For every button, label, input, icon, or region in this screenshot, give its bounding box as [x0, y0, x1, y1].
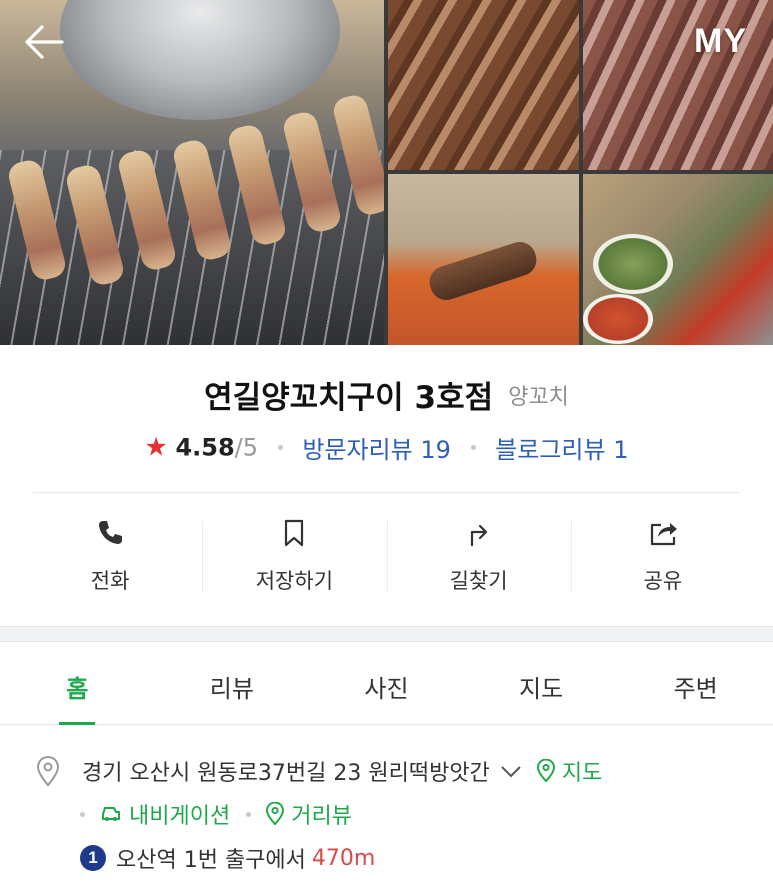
tab-photos[interactable]: 사진 [309, 643, 464, 724]
call-label: 전화 [90, 569, 130, 593]
save-button[interactable]: 저장하기 [202, 505, 386, 610]
tab-bar: 홈 리뷰 사진 지도 주변 [0, 643, 773, 725]
bookmark-icon [285, 519, 304, 547]
share-icon [650, 523, 677, 546]
subway-line-badge: 1 [80, 845, 106, 871]
navigation-row: 내비게이션 거리뷰 [80, 798, 352, 830]
photo-thumb-4[interactable] [583, 174, 773, 345]
separator-dot [80, 811, 85, 817]
map-pin-icon [536, 759, 555, 783]
star-icon: ★ [144, 432, 168, 463]
divider [33, 492, 740, 493]
blog-reviews-link[interactable]: 블로그리뷰 1 [495, 436, 628, 464]
side-dish [593, 234, 673, 294]
rating-max: /5 [234, 433, 259, 462]
my-button[interactable]: MY [694, 22, 747, 61]
directions-icon [470, 524, 487, 547]
grill-pot [60, 0, 340, 120]
action-bar: 전화 저장하기 길찾기 공유 [18, 505, 755, 610]
address-text: 경기 오산시 원동로37번길 23 원리떡방앗간 [82, 761, 490, 786]
map-link[interactable]: 지도 [536, 755, 602, 787]
rating-value: 4.58 [175, 433, 235, 462]
separator-dot [246, 811, 252, 817]
street-view-pin-icon [266, 802, 285, 826]
street-view-label: 거리뷰 [291, 804, 352, 829]
photo-thumb-1[interactable] [388, 0, 579, 170]
directions-label: 길찾기 [449, 569, 508, 593]
tab-nearby[interactable]: 주변 [618, 643, 773, 724]
rating-row: ★ 4.58/5 방문자리뷰 19 블로그리뷰 1 [0, 430, 773, 465]
call-button[interactable]: 전화 [18, 505, 202, 610]
photo-gallery[interactable]: MY [0, 0, 773, 345]
meat-skewer [425, 237, 541, 305]
separator-dot [277, 445, 283, 450]
place-title-row: 연길양꼬치구이 3호점 양꼬치 [0, 372, 773, 417]
car-icon [102, 807, 120, 821]
chevron-down-icon[interactable] [500, 763, 522, 779]
side-dish [583, 294, 653, 344]
directions-button[interactable]: 길찾기 [386, 505, 571, 610]
street-view-link[interactable]: 거리뷰 [265, 798, 352, 830]
navigation-link[interactable]: 내비게이션 [99, 798, 230, 830]
phone-icon [99, 521, 123, 544]
tab-home[interactable]: 홈 [0, 643, 155, 724]
place-name: 연길양꼬치구이 3호점 [204, 380, 494, 416]
subway-row: 1 오산역 1번 출구에서 470m [80, 842, 375, 874]
tab-reviews[interactable]: 리뷰 [155, 643, 310, 724]
share-label: 공유 [643, 569, 683, 593]
location-pin-icon [36, 756, 60, 787]
back-arrow-icon[interactable] [22, 20, 66, 64]
address-row: 경기 오산시 원동로37번길 23 원리떡방앗간 지도 [34, 755, 602, 787]
tab-map[interactable]: 지도 [464, 643, 619, 724]
separator-dot [470, 445, 476, 450]
subway-text: 오산역 1번 출구에서 [116, 848, 306, 873]
save-label: 저장하기 [255, 569, 334, 593]
navigation-label: 내비게이션 [129, 804, 231, 829]
map-link-label: 지도 [561, 761, 603, 786]
subway-distance: 470m [311, 845, 376, 871]
share-button[interactable]: 공유 [570, 505, 755, 610]
section-gap [0, 626, 773, 642]
visitor-reviews-link[interactable]: 방문자리뷰 19 [302, 436, 451, 464]
place-category: 양꼬치 [508, 384, 569, 410]
photo-thumb-3[interactable] [388, 174, 579, 345]
